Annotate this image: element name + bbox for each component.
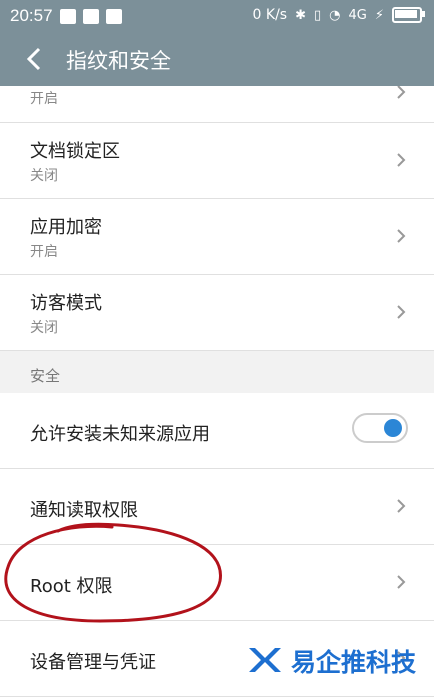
toggle-knob [384,419,402,437]
vibrate-icon: ▯ [314,7,322,23]
status-bar: 20:57 0 K/s ✱ ▯ ◔ 4G ⚡ [0,0,434,34]
settings-item-guest-mode[interactable]: 访客模式 关闭 [0,275,434,351]
back-arrow-icon[interactable] [22,46,48,72]
settings-list: 开启 文档锁定区 关闭 应用加密 开启 访客模式 关闭 安全 允许安装未知来源应… [0,86,434,697]
item-status: 关闭 [30,168,58,184]
unknown-sources-toggle[interactable] [352,413,408,443]
status-right: 0 K/s ✱ ▯ ◔ 4G ⚡ [252,7,425,23]
item-title: 访客模式 [30,293,102,314]
chevron-right-icon [397,575,406,589]
item-status: 开启 [30,91,58,107]
signal-label: 4G [348,7,367,23]
chevron-right-icon [397,229,406,243]
chevron-right-icon [397,499,406,513]
item-title: 允许安装未知来源应用 [30,424,210,445]
chevron-right-icon [397,153,406,167]
watermark: 易企推科技 [245,642,416,680]
chevron-right-icon [397,305,406,319]
settings-item-partial[interactable]: 开启 [0,86,434,123]
item-title: Root 权限 [30,576,113,597]
settings-item-unknown-sources[interactable]: 允许安装未知来源应用 [0,393,434,469]
image-icon [83,9,99,24]
title-bar: 指纹和安全 [0,34,434,86]
watermark-logo-icon [249,648,281,672]
message-icon [60,9,76,24]
settings-item-root[interactable]: Root 权限 [0,545,434,621]
wifi-icon: ◔ [329,7,341,23]
status-time: 20:57 [10,6,53,25]
charging-icon: ⚡ [374,7,384,23]
notification-icons [60,9,122,24]
item-title: 通知读取权限 [30,500,138,521]
section-label: 安全 [30,367,61,385]
settings-item-document-lock[interactable]: 文档锁定区 关闭 [0,123,434,199]
watermark-text: 易企推科技 [291,648,417,677]
section-header-security: 安全 [0,351,434,393]
item-status: 关闭 [30,320,58,336]
android-icon [106,9,122,24]
bluetooth-icon: ✱ [295,7,306,23]
page-title: 指纹和安全 [66,49,171,73]
chevron-right-icon [397,86,406,99]
item-title: 文档锁定区 [30,141,120,162]
item-title: 应用加密 [30,217,102,238]
settings-item-app-encryption[interactable]: 应用加密 开启 [0,199,434,275]
item-status: 开启 [30,244,58,260]
item-title: 设备管理与凭证 [30,652,156,673]
network-speed: 0 K/s [252,7,288,23]
battery-icon [392,7,425,23]
settings-item-notification-access[interactable]: 通知读取权限 [0,469,434,545]
